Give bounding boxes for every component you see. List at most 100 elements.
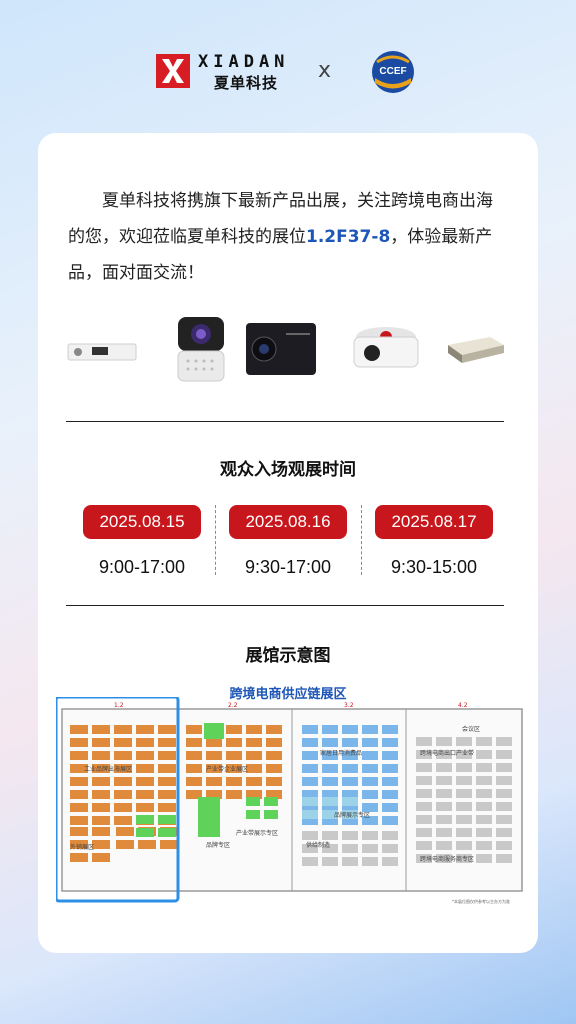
booth-block	[158, 815, 176, 824]
booth-block	[322, 831, 338, 840]
booth-block	[70, 738, 88, 747]
booth-block	[302, 831, 318, 840]
booth-block	[476, 841, 492, 850]
booth-block	[362, 751, 378, 760]
booth-block	[114, 777, 132, 786]
booth-block	[114, 803, 132, 812]
booth-block	[436, 776, 452, 785]
booth-block	[322, 857, 338, 866]
product-image-3	[246, 323, 316, 375]
booth-block	[322, 764, 338, 773]
hall4c-label: 跨境电商服务商专区	[420, 855, 474, 863]
hall4b-label: 会议区	[462, 725, 480, 733]
booth-block	[302, 857, 318, 866]
booth-block	[226, 725, 242, 734]
ccef-logo-text: CCEF	[379, 66, 406, 77]
booth-block	[476, 776, 492, 785]
booth-block	[70, 803, 88, 812]
booth-block	[264, 797, 278, 806]
booth-block	[436, 737, 452, 746]
booth-block	[70, 777, 88, 786]
map-footnote: *本展位图仅供参考以主办方为准	[452, 898, 510, 904]
booth-block	[70, 816, 88, 825]
booth-block	[302, 738, 318, 747]
booth-block	[362, 764, 378, 773]
booth-block	[92, 738, 110, 747]
booth-block	[92, 751, 110, 760]
booth-block	[198, 797, 220, 837]
booth-block	[136, 725, 154, 734]
booth-block	[266, 777, 282, 786]
booth-block	[436, 828, 452, 837]
schedule-title: 观众入场观展时间	[220, 460, 356, 480]
booth-block	[70, 751, 88, 760]
booth-block	[496, 763, 512, 772]
booth-block	[136, 790, 154, 799]
booth-block	[92, 840, 110, 849]
booth-block	[70, 827, 88, 836]
content-card: 夏单科技将携旗下最新产品出展，关注跨境电商出海的您，欢迎莅临夏单科技的展位1.2…	[38, 133, 538, 953]
booth-block	[456, 802, 472, 811]
booth-block	[496, 815, 512, 824]
brand-name-cn: 夏单科技	[214, 74, 279, 92]
hall4-label: 跨境电商出口产业带	[420, 749, 474, 757]
booth-block	[136, 764, 154, 773]
hall3-label: 家居日用消费品	[320, 749, 362, 757]
booth-block	[136, 777, 154, 786]
booth-block	[476, 763, 492, 772]
booth-block	[322, 797, 338, 806]
booth-block	[456, 789, 472, 798]
booth-block	[136, 738, 154, 747]
booth-block	[436, 802, 452, 811]
booth-block	[246, 725, 262, 734]
booth-block	[342, 857, 358, 866]
booth-block	[342, 831, 358, 840]
booth-block	[136, 751, 154, 760]
collab-separator: x	[318, 58, 332, 83]
booth-block	[476, 828, 492, 837]
booth-block	[246, 797, 260, 806]
booth-block	[362, 844, 378, 853]
booth-block	[382, 844, 398, 853]
hall3c-label: 品牌展示专区	[334, 811, 370, 819]
booth-block	[496, 750, 512, 759]
booth-block	[382, 777, 398, 786]
booth-block	[92, 777, 110, 786]
booth-block	[266, 738, 282, 747]
booth-block	[342, 797, 358, 806]
booth-block	[206, 751, 222, 760]
booth-block	[436, 815, 452, 824]
booth-block	[158, 777, 176, 786]
booth-block	[416, 815, 432, 824]
booth-block	[226, 738, 242, 747]
booth-block	[496, 854, 512, 863]
hall2b-label: 品牌专区	[206, 841, 230, 849]
hall1b-label: 外销展区	[70, 843, 94, 851]
booth-block	[114, 816, 132, 825]
booth-block	[92, 790, 110, 799]
booth-block	[382, 816, 398, 825]
booth-block	[264, 810, 278, 819]
booth-block	[382, 751, 398, 760]
booth-block	[114, 751, 132, 760]
hall2c-label: 产业带展示专区	[236, 829, 278, 837]
booth-block	[226, 777, 242, 786]
booth-block	[382, 857, 398, 866]
booth-block	[246, 738, 262, 747]
hall-label-3: 3.2	[344, 702, 354, 709]
date-badge: 2025.08.15	[83, 505, 201, 539]
open-hours: 9:30-15:00	[390, 557, 478, 577]
booth-block	[342, 844, 358, 853]
booth-block	[456, 763, 472, 772]
booth-block	[322, 738, 338, 747]
booth-block	[70, 853, 88, 862]
open-hours: 9:30-17:00	[244, 557, 332, 577]
booth-block	[114, 725, 132, 734]
booth-block	[136, 815, 154, 824]
booth-block	[416, 828, 432, 837]
booth-block	[382, 831, 398, 840]
booth-block	[342, 725, 358, 734]
brand-name-en: XIADAN	[198, 52, 290, 72]
xiadan-logo-icon	[156, 54, 190, 88]
booth-block	[496, 737, 512, 746]
